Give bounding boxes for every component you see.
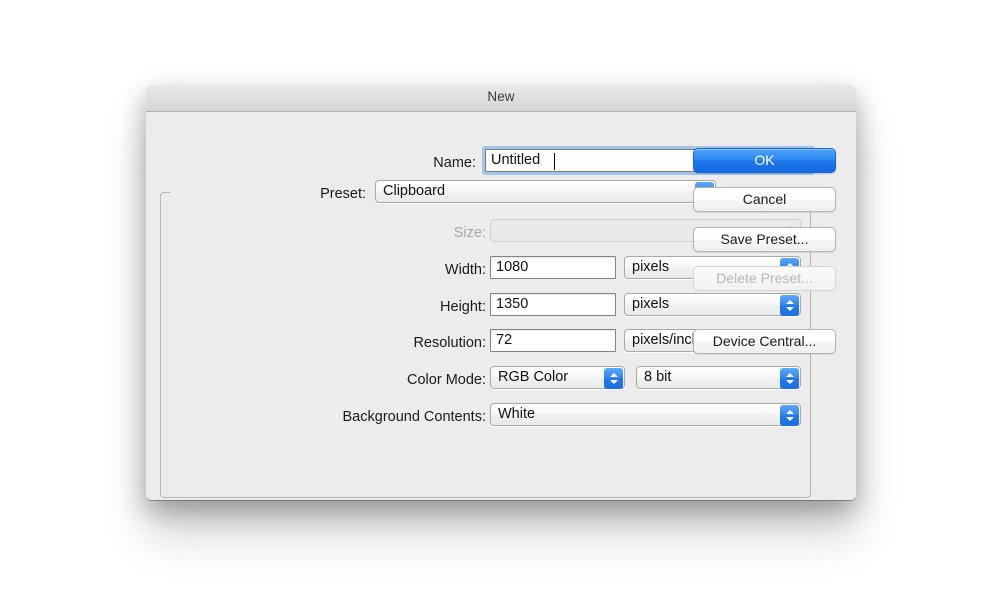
bit-depth-dropdown[interactable]: 8 bit [636,366,801,389]
height-unit-dropdown[interactable]: pixels [624,293,801,316]
color-mode-dropdown[interactable]: RGB Color [490,366,625,389]
resolution-input[interactable]: 72 [490,329,616,352]
chevron-updown-icon[interactable] [604,368,623,389]
height-label: Height: [286,299,486,315]
resolution-unit-value: pixels/inch [632,332,700,348]
height-input[interactable]: 1350 [490,293,616,316]
ok-button[interactable]: OK [693,148,836,173]
delete-preset-button: Delete Preset... [693,266,836,291]
preset-dropdown[interactable]: Clipboard [375,180,716,203]
preset-dropdown-value: Clipboard [383,183,445,199]
cancel-button[interactable]: Cancel [693,187,836,212]
width-label: Width: [286,262,486,278]
width-input[interactable]: 1080 [490,256,616,279]
background-contents-label: Background Contents: [166,409,486,425]
background-contents-dropdown[interactable]: White [490,403,801,426]
size-label: Size: [306,225,486,241]
color-mode-value: RGB Color [498,369,568,385]
text-caret [554,153,555,170]
bit-depth-value: 8 bit [644,369,671,385]
resolution-input-value: 72 [496,332,512,348]
preset-label: Preset: [176,186,366,202]
resolution-label: Resolution: [286,335,486,351]
name-label: Name: [276,155,476,171]
dialog-title: New [146,89,856,104]
background-contents-value: White [498,406,535,422]
chevron-updown-icon[interactable] [780,368,799,389]
device-central-button[interactable]: Device Central... [693,329,836,354]
dialog-body: Name: Untitled Preset: Clipboard Size: W… [146,112,856,500]
chevron-updown-icon[interactable] [780,405,799,426]
new-document-dialog: New Name: Untitled Preset: Clipboard Siz… [146,85,856,500]
color-mode-label: Color Mode: [286,372,486,388]
width-input-value: 1080 [496,259,528,275]
height-unit-value: pixels [632,296,669,312]
height-input-value: 1350 [496,296,528,312]
save-preset-button[interactable]: Save Preset... [693,227,836,252]
width-unit-value: pixels [632,259,669,275]
name-input-value: Untitled [491,152,540,168]
chevron-updown-icon[interactable] [780,295,799,316]
dialog-titlebar[interactable]: New [146,85,856,112]
